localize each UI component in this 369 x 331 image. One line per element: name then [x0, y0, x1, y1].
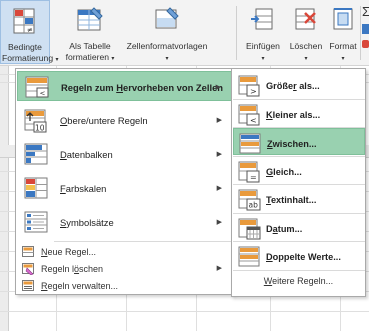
format-as-table-icon — [76, 6, 104, 36]
menu-item-color-scales[interactable]: Farbskalen ▶ — [17, 173, 232, 203]
ribbon-separator — [236, 6, 237, 60]
menu-item-label: Regeln verwalten... — [41, 281, 119, 291]
ribbon-caret: ▾ — [261, 56, 265, 62]
menu-item-label: Obere/untere Regeln — [60, 115, 148, 126]
insert-cells-button[interactable]: Einfügen ▾ — [241, 0, 285, 64]
ribbon-label: Löschen — [289, 41, 323, 51]
svg-text:>: > — [250, 87, 257, 96]
submenu-item-label: Datum... — [266, 223, 303, 234]
submenu-item-duplicate-values[interactable]: Doppelte Werte... — [233, 242, 365, 269]
ribbon-label: Format — [329, 41, 357, 51]
svg-text:<: < — [250, 116, 257, 125]
submenu-item-label: Gleich... — [266, 166, 302, 177]
conditional-formatting-button[interactable]: ≠ Bedingte Formatierung ▾ — [0, 0, 59, 64]
format-as-table-button[interactable]: Als Tabelle formatieren ▾ — [54, 0, 126, 64]
ribbon-caret: ▾ — [165, 56, 169, 62]
submenu-item-label: Textinhalt... — [266, 195, 317, 205]
conditional-formatting-menu: < Regeln zum Hervorheben von Zellen ▶ 10… — [15, 68, 234, 295]
menu-item-label: Neue Regel... — [41, 247, 97, 257]
icon-sets-icon — [24, 211, 50, 235]
menu-item-label: Datenbalken — [60, 149, 113, 160]
menu-item-data-bars[interactable]: Datenbalken ▶ — [17, 139, 232, 169]
ribbon-caret: ▾ — [304, 56, 308, 62]
data-bars-icon — [24, 143, 50, 167]
greater-than-icon: > — [238, 75, 262, 99]
clear-icon[interactable] — [362, 40, 369, 48]
manage-rules-icon — [22, 280, 35, 294]
menu-separator — [54, 241, 232, 242]
svg-text:=: = — [250, 173, 257, 182]
cell-styles-button[interactable]: Zellenformatvorlagen ▾ — [126, 0, 208, 64]
ribbon-separator — [360, 6, 361, 60]
submenu-item-date-occurring[interactable]: Datum... — [233, 214, 365, 241]
highlight-rules-icon: < — [25, 76, 51, 100]
duplicate-values-icon — [238, 246, 262, 270]
date-occurring-icon — [238, 218, 262, 242]
menu-item-label: Farbskalen — [60, 183, 107, 194]
submenu-item-label: Kleiner als... — [266, 109, 321, 120]
svg-text:ab: ab — [249, 201, 259, 210]
ribbon-label: Einfügen — [246, 41, 280, 51]
equal-to-icon: = — [238, 161, 262, 185]
ribbon-label: Bedingte — [8, 42, 42, 52]
ribbon-label: formatieren ▾ — [65, 52, 115, 62]
menu-item-label: Regeln löschen — [41, 264, 104, 274]
menu-item-icon-sets[interactable]: Symbolsätze ▶ — [17, 207, 232, 237]
ribbon-label: Zellenformatvorlagen — [126, 41, 208, 51]
submenu-arrow-icon: ▶ — [216, 151, 222, 158]
svg-text:≠: ≠ — [27, 26, 33, 34]
svg-text:<: < — [40, 90, 46, 98]
submenu-item-text-contains[interactable]: ab Textinhalt... — [233, 185, 365, 212]
between-icon — [239, 133, 263, 157]
menu-item-clear-rules[interactable]: Regeln löschen ▶ — [17, 260, 232, 278]
ribbon-caret: ▾ — [341, 56, 345, 62]
submenu-item-between[interactable]: Zwischen... — [233, 128, 365, 155]
ribbon-label: Formatierung ▾ — [2, 53, 59, 63]
submenu-arrow-icon: ▶ — [216, 117, 222, 124]
menu-item-label: Symbolsätze — [60, 217, 114, 228]
new-rule-icon — [22, 246, 35, 260]
highlight-cell-rules-submenu: > Größer als... < Kleiner als... Zwische… — [231, 68, 366, 297]
svg-text:10: 10 — [35, 124, 45, 133]
submenu-arrow-icon: ▶ — [216, 219, 222, 226]
delete-cells-icon — [293, 6, 319, 34]
insert-cells-icon — [250, 6, 276, 34]
submenu-item-less-than[interactable]: < Kleiner als... — [233, 100, 365, 127]
format-cells-button[interactable]: Format ▾ — [327, 0, 359, 64]
menu-item-highlight-cell-rules[interactable]: < Regeln zum Hervorheben von Zellen ▶ — [17, 71, 232, 101]
submenu-item-label: Größer als... — [266, 81, 320, 91]
ribbon-label: Als Tabelle — [69, 41, 111, 51]
menu-item-label: Regeln zum Hervorheben von Zellen — [61, 82, 224, 93]
submenu-item-greater-than[interactable]: > Größer als... — [233, 71, 365, 98]
submenu-item-more-rules[interactable]: Weitere Regeln... — [232, 276, 365, 286]
delete-cells-button[interactable]: Löschen ▾ — [285, 0, 327, 64]
submenu-arrow-icon: ▶ — [215, 84, 221, 91]
format-cells-icon — [331, 6, 355, 34]
submenu-item-label: Doppelte Werte... — [266, 252, 341, 262]
autosum-icon[interactable]: Σ — [362, 4, 369, 19]
clear-rules-icon — [22, 263, 35, 277]
submenu-arrow-icon: ▶ — [216, 185, 222, 192]
top-bottom-rules-icon: 10 — [24, 109, 50, 135]
less-than-icon: < — [238, 104, 262, 128]
color-scales-icon — [24, 177, 50, 201]
menu-item-new-rule[interactable]: Neue Regel... — [17, 243, 232, 261]
submenu-item-label: Zwischen... — [267, 139, 317, 149]
text-contains-icon: ab — [238, 189, 262, 213]
submenu-item-equal-to[interactable]: = Gleich... — [233, 157, 365, 184]
ribbon: ≠ Bedingte Formatierung ▾ Als Tabelle fo… — [0, 0, 369, 66]
menu-separator — [233, 269, 365, 271]
menu-item-manage-rules[interactable]: Regeln verwalten... — [17, 277, 232, 295]
cell-styles-icon — [153, 6, 181, 36]
submenu-arrow-icon: ▶ — [216, 265, 222, 272]
menu-item-top-bottom-rules[interactable]: 10 Obere/untere Regeln ▶ — [17, 105, 232, 135]
fill-icon[interactable] — [362, 24, 369, 34]
conditional-format-icon: ≠ — [12, 7, 38, 39]
